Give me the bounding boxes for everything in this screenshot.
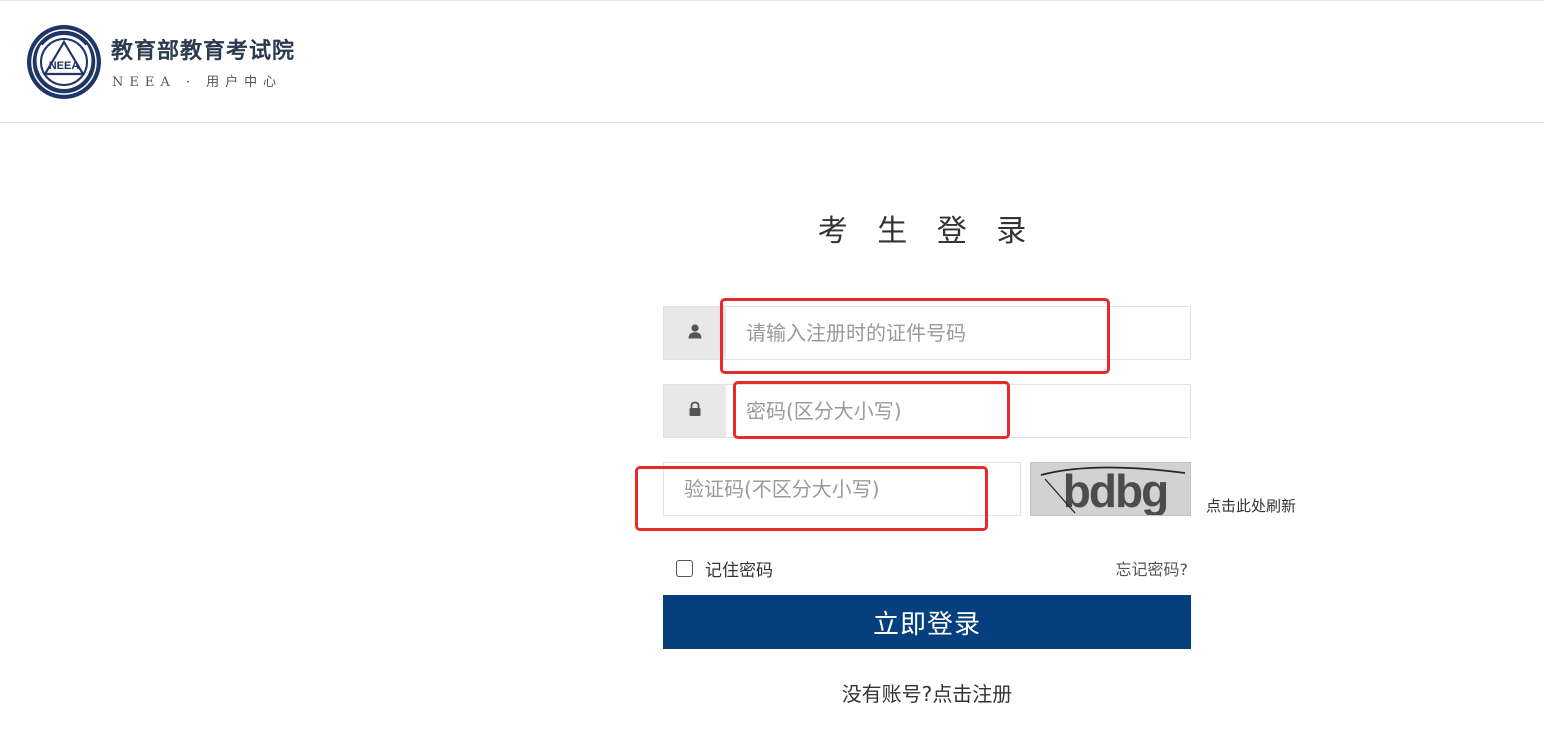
- forgot-password-link[interactable]: 忘记密码?: [1096, 556, 1189, 580]
- user-icon: [687, 323, 703, 343]
- logo-emblem-text: NEEA: [49, 60, 80, 72]
- remember-label: 记住密码: [705, 560, 773, 581]
- login-title: 考 生 登 录: [817, 214, 1037, 249]
- register-prompt: 没有账号?点击注册: [663, 678, 1191, 707]
- site-header: NEEA 教育部教育考试院 NEEA · 用户中心: [0, 1, 1544, 123]
- org-name: 教育部教育考试院: [111, 39, 296, 64]
- register-link[interactable]: 点击注册: [932, 682, 1012, 706]
- lock-icon: [688, 401, 702, 421]
- username-input[interactable]: [728, 307, 1188, 359]
- password-field: [663, 384, 1191, 438]
- register-prefix: 没有账号?: [841, 682, 933, 706]
- org-subtitle: NEEA · 用户中心: [112, 75, 283, 90]
- captcha-input[interactable]: [663, 462, 1021, 516]
- username-field: [663, 306, 1191, 360]
- password-addon: [664, 385, 726, 437]
- remember-password[interactable]: 记住密码: [676, 556, 773, 581]
- captcha-text: bdbg: [1063, 465, 1167, 515]
- login-button[interactable]: 立即登录: [663, 595, 1191, 649]
- captcha-refresh-link[interactable]: 点击此处刷新: [1206, 495, 1296, 516]
- username-addon: [664, 307, 726, 359]
- captcha-image[interactable]: bdbg: [1030, 462, 1191, 516]
- remember-checkbox[interactable]: [676, 559, 693, 577]
- neea-emblem-icon: NEEA: [25, 23, 103, 101]
- password-input[interactable]: [728, 385, 1188, 437]
